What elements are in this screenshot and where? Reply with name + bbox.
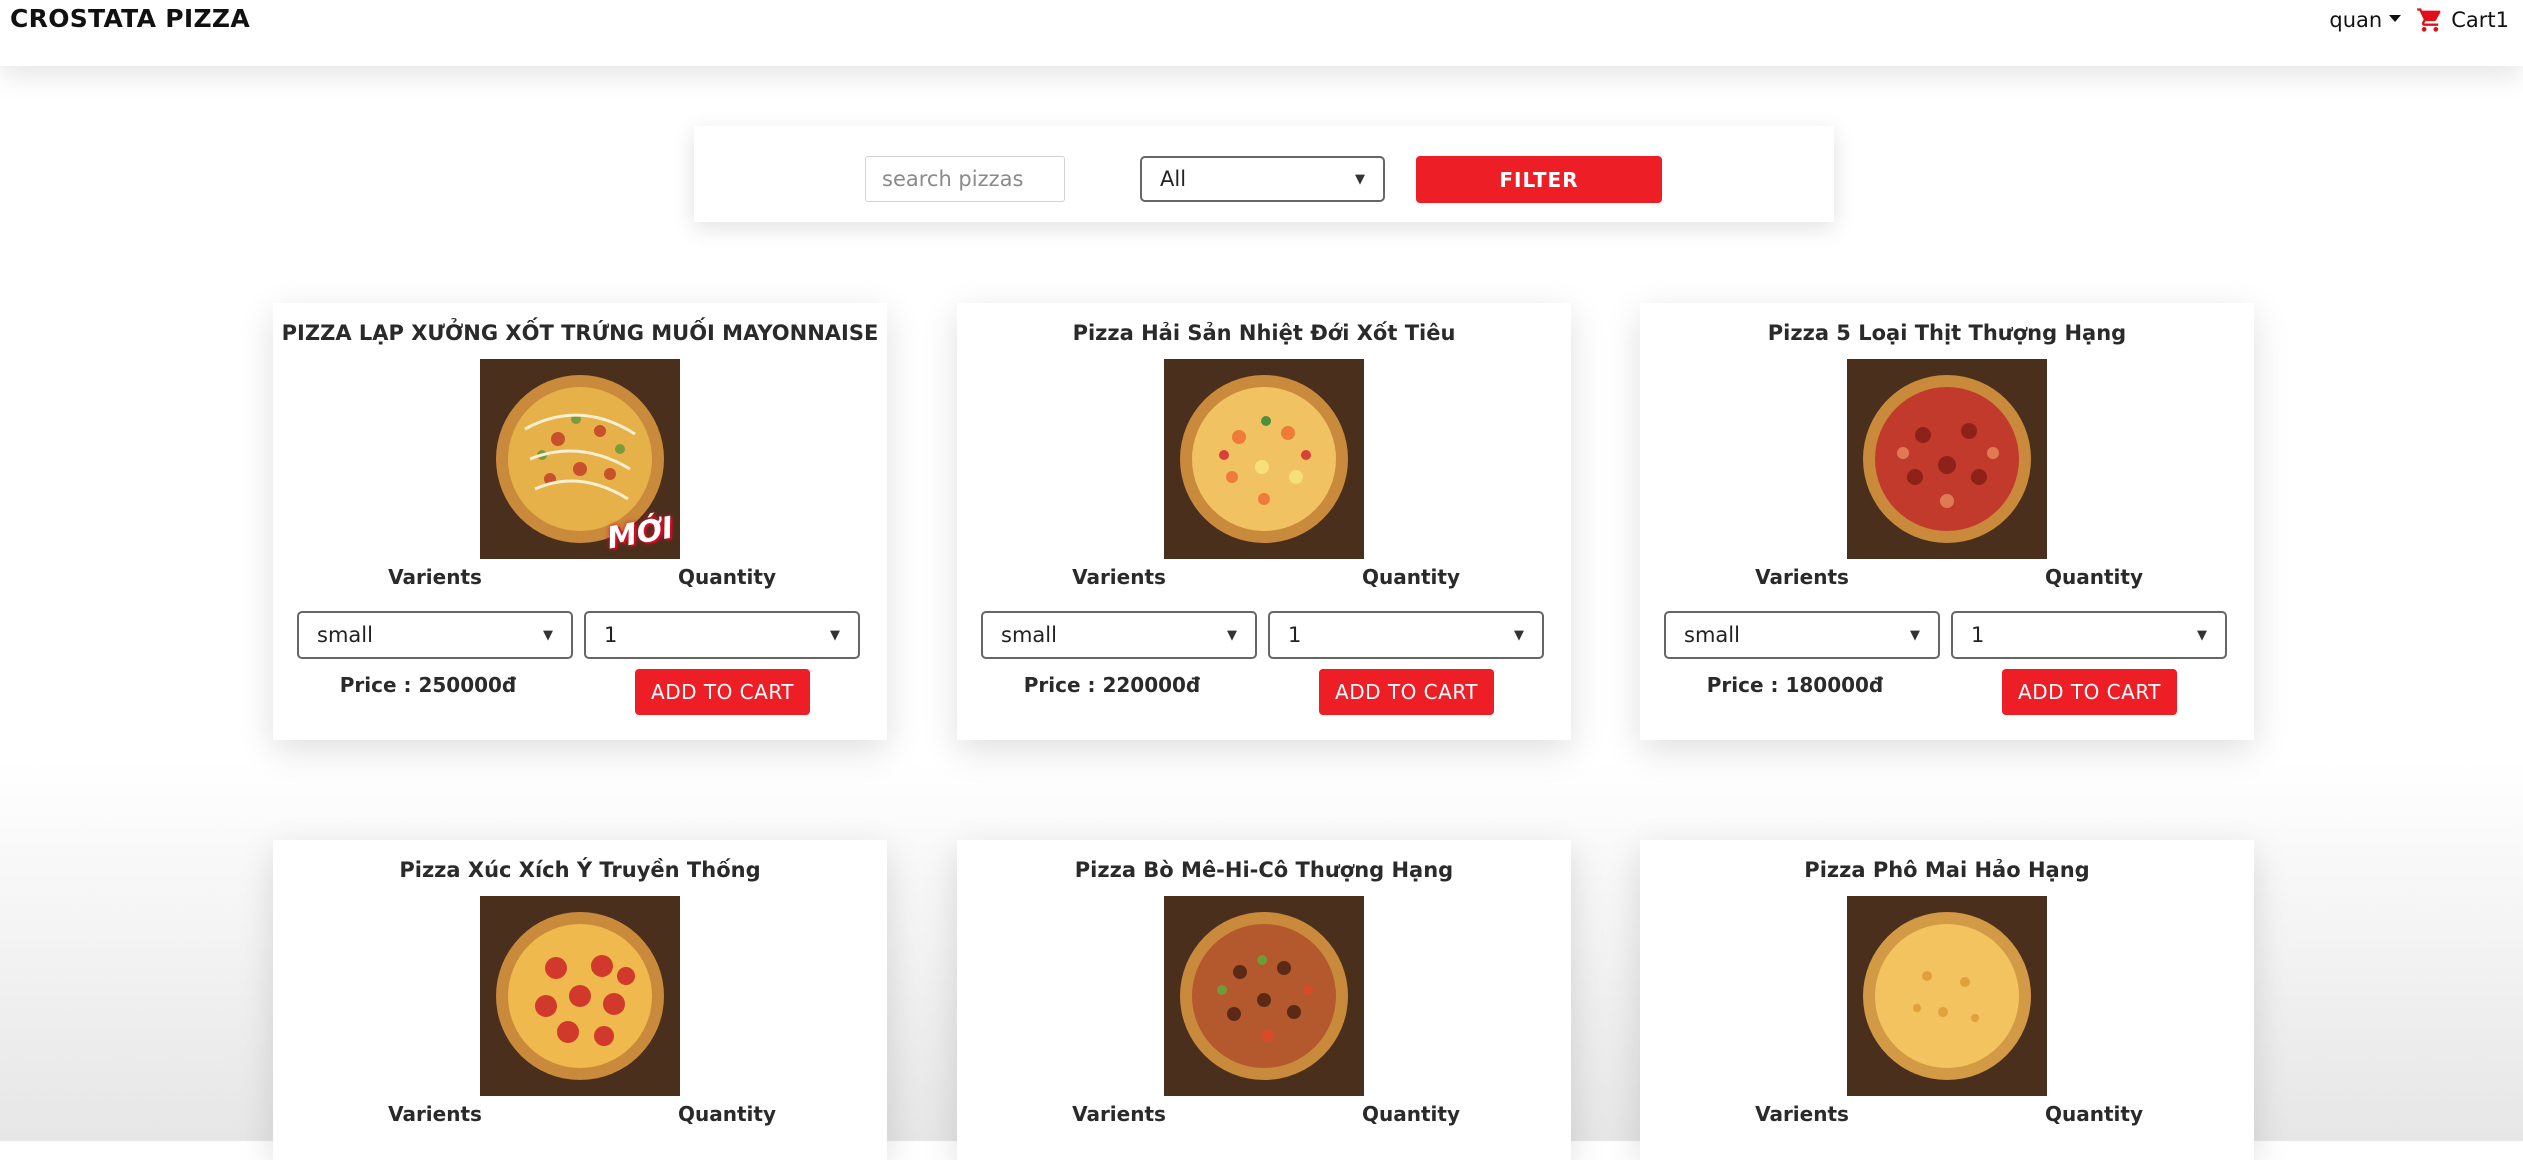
- chevron-down-icon: ▼: [2197, 627, 2207, 643]
- pizza-name: Pizza Bò Mê-Hi-Cô Thượng Hạng: [1074, 858, 1454, 882]
- varients-label: Varients: [1755, 1102, 1849, 1126]
- quantity-label: Quantity: [1362, 1102, 1460, 1126]
- quantity-select[interactable]: 1 ▼: [584, 611, 860, 659]
- price-label: Price : 250000đ: [339, 673, 517, 697]
- filter-button[interactable]: FILTER: [1416, 156, 1662, 203]
- pizza-name: Pizza Phô Mai Hảo Hạng: [1804, 858, 2090, 882]
- varients-label: Varients: [1755, 565, 1849, 589]
- pizza-name: PIZZA LẠP XƯỞNG XỐT TRỨNG MUỐI MAYONNAIS…: [281, 321, 879, 345]
- category-selected-value: All: [1160, 167, 1187, 191]
- quantity-value: 1: [604, 623, 618, 647]
- varient-value: small: [317, 623, 373, 647]
- quantity-label: Quantity: [2045, 1102, 2143, 1126]
- pizza-card: Pizza 5 Loại Thịt Thượng Hạng Varients Q…: [1640, 303, 2254, 740]
- cart-icon: [2417, 8, 2441, 32]
- quantity-value: 1: [1288, 623, 1302, 647]
- pizza-image: [1847, 896, 2047, 1096]
- user-name: quan: [2329, 8, 2383, 32]
- pizza-card: Pizza Xúc Xích Ý Truyền Thống Varients Q…: [273, 840, 887, 1160]
- varient-select[interactable]: small ▼: [981, 611, 1257, 659]
- chevron-down-icon: ▼: [1355, 171, 1365, 187]
- varient-value: small: [1684, 623, 1740, 647]
- varient-select[interactable]: small ▼: [1664, 611, 1940, 659]
- pizza-name: Pizza Hải Sản Nhiệt Đới Xốt Tiêu: [1072, 321, 1456, 345]
- filter-bar: All ▼ FILTER: [694, 126, 1834, 222]
- chevron-down-icon: ▼: [830, 627, 840, 643]
- pizza-image: [1164, 896, 1364, 1096]
- quantity-label: Quantity: [1362, 565, 1460, 589]
- chevron-down-icon: ▼: [1514, 627, 1524, 643]
- quantity-label: Quantity: [2045, 565, 2143, 589]
- pizza-name: Pizza Xúc Xích Ý Truyền Thống: [399, 858, 761, 882]
- nav-right: quan Cart 1: [2329, 6, 2509, 34]
- varients-label: Varients: [388, 565, 482, 589]
- cart-label: Cart: [2451, 8, 2496, 32]
- pizza-image: [1164, 359, 1364, 559]
- add-to-cart-button[interactable]: ADD TO CART: [635, 669, 810, 715]
- chevron-down-icon: ▼: [1227, 627, 1237, 643]
- search-input[interactable]: [865, 156, 1065, 202]
- chevron-down-icon: ▼: [543, 627, 553, 643]
- pizza-image: [1847, 359, 2047, 559]
- quantity-label: Quantity: [678, 1102, 776, 1126]
- pizza-image: MỚI: [480, 359, 680, 559]
- price-label: Price : 180000đ: [1706, 673, 1884, 697]
- varient-value: small: [1001, 623, 1057, 647]
- quantity-select[interactable]: 1 ▼: [1268, 611, 1544, 659]
- quantity-select[interactable]: 1 ▼: [1951, 611, 2227, 659]
- varients-label: Varients: [1072, 1102, 1166, 1126]
- add-to-cart-button[interactable]: ADD TO CART: [2002, 669, 2177, 715]
- quantity-label: Quantity: [678, 565, 776, 589]
- pizza-name: Pizza 5 Loại Thịt Thượng Hạng: [1767, 321, 2127, 345]
- pizza-card: PIZZA LẠP XƯỞNG XỐT TRỨNG MUỐI MAYONNAIS…: [273, 303, 887, 740]
- chevron-down-icon: ▼: [1910, 627, 1920, 643]
- pizza-card: Pizza Bò Mê-Hi-Cô Thượng Hạng Varients Q…: [957, 840, 1571, 1160]
- cart-count: 1: [2495, 8, 2509, 32]
- varients-label: Varients: [388, 1102, 482, 1126]
- user-menu-dropdown[interactable]: quan: [2329, 8, 2402, 32]
- pizza-card: Pizza Hải Sản Nhiệt Đới Xốt Tiêu Varient…: [957, 303, 1571, 740]
- brand-logo[interactable]: CROSTATA PIZZA: [10, 4, 250, 33]
- quantity-value: 1: [1971, 623, 1985, 647]
- add-to-cart-button[interactable]: ADD TO CART: [1319, 669, 1494, 715]
- cart-link[interactable]: Cart 1: [2415, 6, 2509, 34]
- price-label: Price : 220000đ: [1023, 673, 1201, 697]
- pizza-image: [480, 896, 680, 1096]
- navbar: CROSTATA PIZZA quan Cart 1: [0, 0, 2523, 66]
- varients-label: Varients: [1072, 565, 1166, 589]
- category-select[interactable]: All ▼: [1140, 156, 1385, 202]
- caret-down-icon: [2389, 15, 2402, 22]
- varient-select[interactable]: small ▼: [297, 611, 573, 659]
- pizza-card: Pizza Phô Mai Hảo Hạng Varients Quantity: [1640, 840, 2254, 1160]
